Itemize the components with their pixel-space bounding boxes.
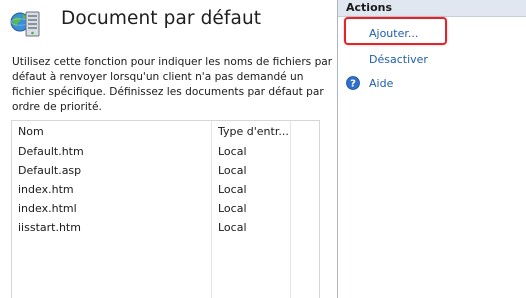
default-documents-list[interactable]: Nom Type d'entr... Default.htm Local Def…: [11, 120, 320, 298]
iis-manager-feature-view: Document par défaut Utilisez cette fonct…: [0, 0, 526, 298]
add-button[interactable]: Ajouter...: [338, 24, 526, 44]
list-header: Nom Type d'entr...: [12, 121, 319, 143]
feature-description: Utilisez cette fonction pour indiquer le…: [12, 56, 333, 113]
actions-header: Actions: [338, 0, 526, 17]
list-row[interactable]: index.htm Local: [12, 181, 319, 200]
column-header-entry-type[interactable]: Type d'entr...: [218, 125, 289, 138]
actions-pane: Actions Ajouter... Désactiver ? Aide: [337, 0, 526, 298]
page-title: Document par défaut: [61, 8, 262, 29]
row-entry-type: Local: [218, 221, 247, 234]
row-name: Default.htm: [18, 145, 84, 158]
disable-label: Désactiver: [369, 53, 428, 66]
svg-text:?: ?: [350, 79, 356, 90]
help-link[interactable]: ? Aide: [338, 74, 526, 94]
feature-pane: Document par défaut Utilisez cette fonct…: [0, 0, 337, 298]
row-name: index.html: [18, 202, 77, 215]
help-icon: ?: [346, 76, 360, 90]
list-row[interactable]: Default.asp Local: [12, 162, 319, 181]
iis-default-document-icon: [10, 11, 40, 37]
row-entry-type: Local: [218, 164, 247, 177]
list-row[interactable]: index.html Local: [12, 200, 319, 219]
list-row[interactable]: iisstart.htm Local: [12, 219, 319, 238]
column-header-name[interactable]: Nom: [18, 125, 44, 138]
add-label: Ajouter...: [369, 27, 419, 40]
row-name: index.htm: [18, 183, 74, 196]
help-label: Aide: [369, 77, 394, 90]
row-name: Default.asp: [18, 164, 82, 177]
row-entry-type: Local: [218, 145, 247, 158]
row-entry-type: Local: [218, 202, 247, 215]
list-row[interactable]: Default.htm Local: [12, 143, 319, 162]
disable-button[interactable]: Désactiver: [338, 50, 526, 70]
row-name: iisstart.htm: [18, 221, 81, 234]
row-entry-type: Local: [218, 183, 247, 196]
